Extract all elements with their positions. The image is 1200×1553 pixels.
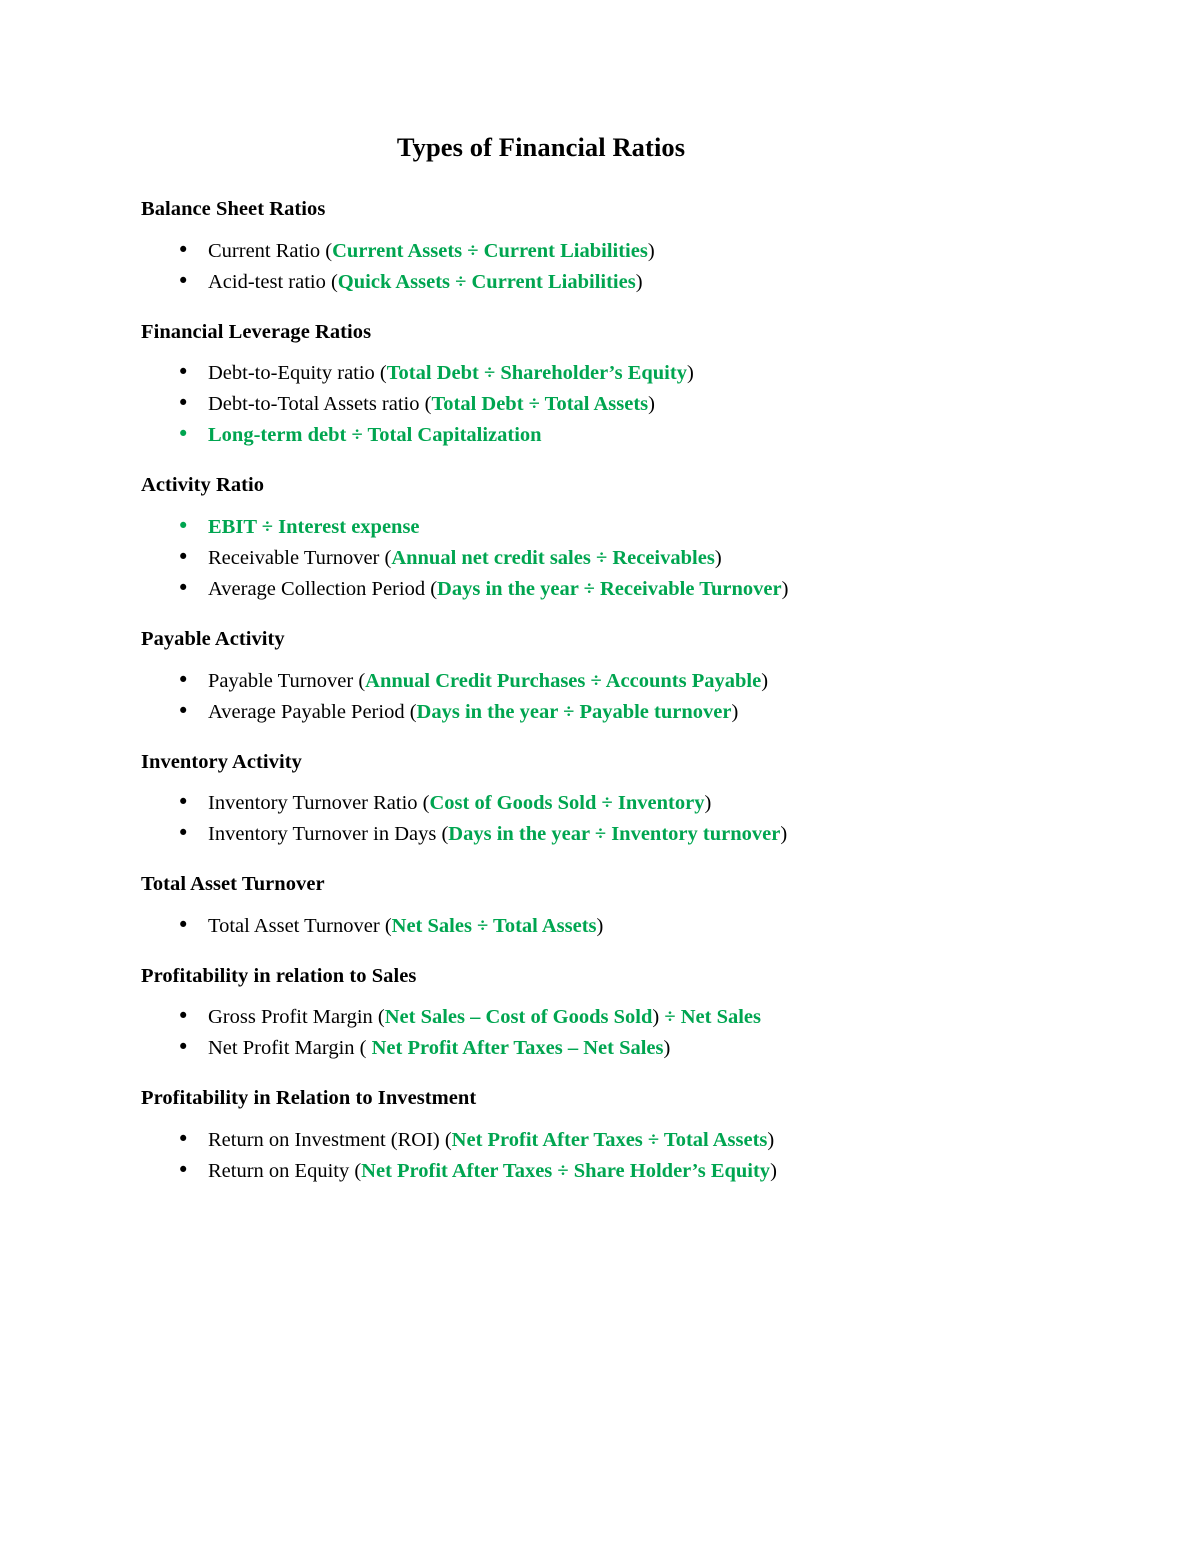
- ratio-label: Inventory Turnover Ratio (: [208, 792, 430, 815]
- section-heading: Activity Ratio: [141, 474, 265, 497]
- ratio-formula: Quick Assets ÷ Current Liabilities: [337, 270, 636, 293]
- section-heading: Profitability in Relation to Investment: [141, 1087, 477, 1110]
- ratio-formula: Annual Credit Purchases ÷ Accounts Payab…: [365, 669, 762, 692]
- sections-container: Balance Sheet Ratios Current Ratio (Curre…: [141, 197, 1059, 1187]
- ratio-section: Total Asset Turnover Total Asset Turnover…: [141, 872, 1059, 942]
- ratio-section: Payable Activity Payable Turnover (Annual…: [141, 627, 1059, 728]
- ratio-list: Inventory Turnover Ratio (Cost of Goods …: [141, 787, 1059, 850]
- ratio-formula: EBIT ÷ Interest expense: [208, 516, 420, 539]
- ratio-formula: Total Debt ÷ Shareholder’s Equity: [386, 362, 687, 385]
- list-item: Acid-test ratio (Quick Assets ÷ Current …: [141, 266, 1059, 298]
- ratio-list: Return on Investment (ROI) (Net Profit A…: [141, 1124, 1059, 1187]
- list-item: Return on Equity (Net Profit After Taxes…: [141, 1155, 1059, 1187]
- ratio-section: Financial Leverage Ratios Debt-to-Equity …: [141, 320, 1059, 452]
- ratio-label: Average Payable Period (: [208, 700, 417, 723]
- ratio-label: Net Profit Margin (: [208, 1037, 372, 1060]
- ratio-label: Receivable Turnover (: [208, 547, 392, 570]
- ratio-label: ): [647, 239, 655, 262]
- ratio-formula: Net Profit After Taxes – Net Sales: [371, 1037, 664, 1060]
- list-item: Average Collection Period (Days in the y…: [141, 573, 1059, 605]
- ratio-formula: Annual net credit sales ÷ Receivables: [391, 547, 715, 570]
- ratio-label: ): [663, 1037, 671, 1060]
- page-title: Types of Financial Ratios: [396, 132, 686, 162]
- ratio-section: Profitability in relation to Sales Gross …: [141, 964, 1059, 1065]
- list-item: Gross Profit Margin (Net Sales – Cost of…: [141, 1001, 1059, 1033]
- ratio-list: Total Asset Turnover (Net Sales ÷ Total …: [141, 910, 1059, 942]
- ratio-formula: Net Sales – Cost of Goods Sold: [384, 1006, 653, 1029]
- ratio-label: Average Collection Period (: [208, 578, 438, 601]
- ratio-label: ): [781, 578, 789, 601]
- ratio-section: Activity Ratio EBIT ÷ Interest expense Rec…: [141, 473, 1059, 605]
- ratio-label: ): [761, 669, 769, 692]
- document-body: Types of Financial Ratios Balance Sheet …: [141, 132, 1059, 1209]
- list-item: Debt-to-Equity ratio (Total Debt ÷ Share…: [141, 357, 1059, 389]
- ratio-label: Debt-to-Equity ratio (: [208, 362, 387, 385]
- ratio-section: Inventory Activity Inventory Turnover Rat…: [141, 750, 1059, 851]
- list-item: Return on Investment (ROI) (Net Profit A…: [141, 1124, 1059, 1156]
- section-heading: Financial Leverage Ratios: [141, 320, 372, 343]
- ratio-section: Balance Sheet Ratios Current Ratio (Curre…: [141, 197, 1059, 298]
- ratio-formula: Net Sales ÷ Total Assets: [391, 914, 597, 937]
- list-item: EBIT ÷ Interest expense: [141, 511, 1059, 543]
- section-heading: Payable Activity: [141, 628, 285, 651]
- ratio-formula: Total Debt ÷ Total Assets: [431, 393, 649, 416]
- list-item: Long-term debt ÷ Total Capitalization: [141, 419, 1059, 451]
- ratio-label: Gross Profit Margin (: [208, 1006, 385, 1029]
- ratio-label: ): [767, 1129, 775, 1152]
- ratio-formula: ÷ Net Sales: [659, 1006, 761, 1029]
- list-item: Payable Turnover (Annual Credit Purchase…: [141, 665, 1059, 697]
- section-heading: Balance Sheet Ratios: [141, 198, 326, 221]
- section-heading: Inventory Activity: [141, 750, 302, 773]
- list-item: Total Asset Turnover (Net Sales ÷ Total …: [141, 910, 1059, 942]
- ratio-formula: Net Profit After Taxes ÷ Total Assets: [451, 1129, 768, 1152]
- ratio-list: Payable Turnover (Annual Credit Purchase…: [141, 665, 1059, 728]
- ratio-formula: Days in the year ÷ Inventory turnover: [448, 823, 781, 846]
- ratio-label: ): [714, 547, 722, 570]
- ratio-label: ): [704, 792, 712, 815]
- ratio-label: Debt-to-Total Assets ratio (: [208, 393, 432, 416]
- ratio-label: Return on Equity (: [208, 1160, 362, 1183]
- document-page: Types of Financial Ratios Balance Sheet …: [0, 0, 1200, 1553]
- ratio-label: Payable Turnover (: [208, 669, 366, 692]
- ratio-label: ): [596, 914, 604, 937]
- section-heading: Profitability in relation to Sales: [141, 964, 417, 987]
- list-item: Net Profit Margin ( Net Profit After Tax…: [141, 1032, 1059, 1064]
- ratio-label: Return on Investment (ROI) (: [208, 1129, 452, 1152]
- ratio-label: ): [780, 823, 788, 846]
- ratio-label: ): [686, 362, 694, 385]
- ratio-section: Profitability in Relation to Investment R…: [141, 1086, 1059, 1187]
- ratio-label: Acid-test ratio (: [208, 270, 338, 293]
- ratio-label: ): [770, 1160, 777, 1183]
- list-item: Debt-to-Total Assets ratio (Total Debt ÷…: [141, 388, 1059, 420]
- ratio-formula: Long-term debt ÷ Total Capitalization: [208, 424, 542, 447]
- ratio-label: Current Ratio (: [208, 239, 333, 262]
- ratio-list: Current Ratio (Current Assets ÷ Current …: [141, 235, 1059, 298]
- ratio-list: Gross Profit Margin (Net Sales – Cost of…: [141, 1001, 1059, 1064]
- ratio-list: EBIT ÷ Interest expense Receivable Turnov…: [141, 511, 1059, 605]
- ratio-list: Debt-to-Equity ratio (Total Debt ÷ Share…: [141, 357, 1059, 451]
- list-item: Inventory Turnover Ratio (Cost of Goods …: [141, 787, 1059, 819]
- ratio-label: ): [635, 270, 643, 293]
- list-item: Current Ratio (Current Assets ÷ Current …: [141, 235, 1059, 267]
- list-item: Receivable Turnover (Annual net credit s…: [141, 542, 1059, 574]
- section-heading: Total Asset Turnover: [141, 873, 325, 896]
- ratio-formula: Days in the year ÷ Payable turnover: [416, 700, 732, 723]
- ratio-formula: Cost of Goods Sold ÷ Inventory: [429, 792, 705, 815]
- ratio-formula: Current Assets ÷ Current Liabilities: [332, 239, 648, 262]
- list-item: Inventory Turnover in Days (Days in the …: [141, 818, 1059, 850]
- ratio-label: ): [731, 700, 739, 723]
- ratio-label: ): [648, 393, 655, 416]
- ratio-label: Total Asset Turnover (: [208, 914, 392, 937]
- ratio-formula: Net Profit After Taxes ÷ Share Holder’s …: [361, 1160, 771, 1183]
- ratio-formula: Days in the year ÷ Receivable Turnover: [437, 578, 782, 601]
- ratio-label: Inventory Turnover in Days (: [208, 823, 449, 846]
- list-item: Average Payable Period (Days in the year…: [141, 696, 1059, 728]
